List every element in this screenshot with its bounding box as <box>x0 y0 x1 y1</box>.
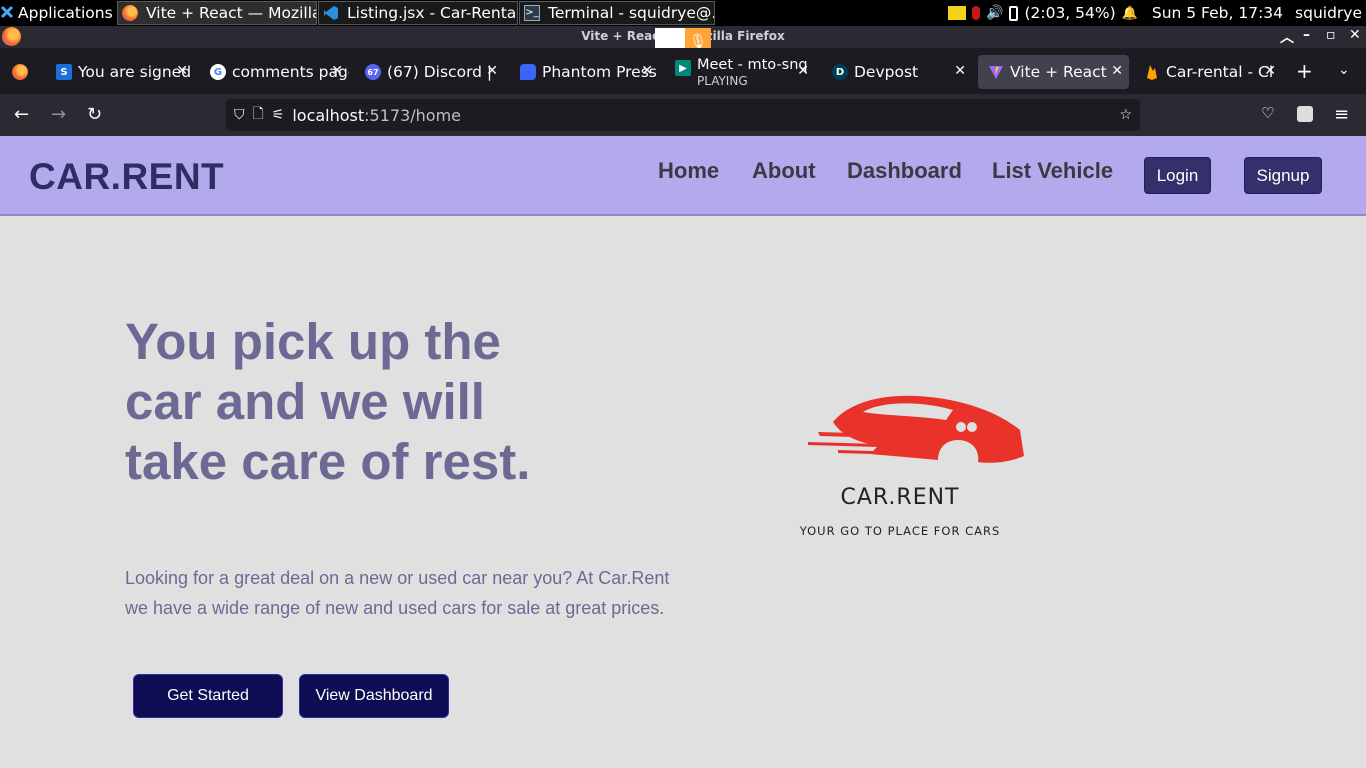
firebase-icon <box>1144 64 1160 80</box>
site-header: CAR.RENT Home About Dashboard List Vehic… <box>0 136 1366 216</box>
minimize-icon[interactable]: – <box>1303 27 1310 43</box>
close-tab-icon[interactable]: ✕ <box>331 63 343 79</box>
back-icon[interactable]: ← <box>14 104 29 125</box>
taskbar-window-terminal[interactable]: >_ Terminal - squidrye@... <box>519 1 715 25</box>
meet-icon: ▶ <box>675 60 691 76</box>
maximize-up-icon[interactable]: ︿ <box>1280 27 1294 47</box>
os-taskbar: Applications Vite + React — Mozilla... L… <box>0 0 1366 26</box>
applications-menu[interactable]: Applications <box>0 1 116 25</box>
permissions-icon[interactable]: ⚟ <box>272 107 285 123</box>
battery-status: (2:03, 54%) <box>1024 4 1116 22</box>
google-icon: G <box>210 64 226 80</box>
brand-logo[interactable]: CAR.RENT <box>29 156 224 198</box>
close-tab-icon[interactable]: ✕ <box>176 63 188 79</box>
close-window-icon[interactable]: ✕ <box>1349 27 1361 43</box>
hamburger-menu-icon[interactable]: ≡ <box>1334 104 1349 125</box>
taskbar-window-vscode[interactable]: Listing.jsx - Car-Rental... <box>318 1 518 25</box>
taskbar-window-firefox[interactable]: Vite + React — Mozilla... <box>117 1 317 25</box>
microphone-icon[interactable] <box>972 6 981 20</box>
close-tab-icon[interactable]: ✕ <box>797 63 809 79</box>
taskbar-window-label: Terminal - squidrye@... <box>548 4 715 22</box>
browser-tab[interactable]: S You are signed ✕ <box>46 55 194 89</box>
get-started-button[interactable]: Get Started <box>133 674 283 718</box>
applications-label: Applications <box>18 4 113 22</box>
nav-home[interactable]: Home <box>658 158 719 184</box>
bookmark-star-icon[interactable]: ☆ <box>1119 107 1132 123</box>
tab-strip: S You are signed ✕ G comments page ✕ 67 … <box>0 48 1366 94</box>
terminal-icon: >_ <box>524 5 540 21</box>
forward-icon[interactable]: → <box>51 104 66 125</box>
hero-description: Looking for a great deal on a new or use… <box>125 568 670 618</box>
view-dashboard-button[interactable]: View Dashboard <box>299 674 449 718</box>
logo-tagline: YOUR GO TO PLACE FOR CARS <box>799 524 1001 538</box>
restore-icon[interactable]: ▫ <box>1326 27 1336 43</box>
close-tab-icon[interactable]: ✕ <box>1111 63 1123 79</box>
close-tab-icon[interactable]: ✕ <box>486 63 498 79</box>
shield-icon[interactable]: ⛉ <box>234 107 245 123</box>
browser-tab-active[interactable]: Vite + React ✕ <box>978 55 1129 89</box>
vscode-icon <box>323 5 339 21</box>
new-tab-icon[interactable]: + <box>1296 59 1313 83</box>
browser-tab[interactable]: D Devpost ✕ <box>822 55 972 89</box>
notes-icon[interactable] <box>948 6 967 20</box>
user-name[interactable]: squidrye <box>1295 4 1362 22</box>
tab-playing-label: PLAYING <box>697 74 748 88</box>
url-host: localhost <box>292 105 365 125</box>
reload-icon[interactable]: ↻ <box>87 104 102 125</box>
browser-tab[interactable]: 67 (67) Discord | ✕ <box>355 55 504 89</box>
browser-tab[interactable]: Phantom Press ✕ <box>510 55 659 89</box>
firefox-view-icon[interactable] <box>12 64 28 80</box>
page-icon[interactable]: 🗋 <box>253 103 264 127</box>
pocket-icon[interactable]: ♡ <box>1261 104 1274 122</box>
browser-tab[interactable]: ▶ Meet - mto-snq PLAYING ✕ <box>665 55 815 89</box>
nav-list-vehicle[interactable]: List Vehicle <box>992 158 1113 184</box>
signup-button[interactable]: Signup <box>1244 157 1322 194</box>
close-tab-icon[interactable]: ✕ <box>954 63 966 79</box>
car-icon <box>808 395 1024 471</box>
hero-title: You pick up the car and we will take car… <box>125 313 531 490</box>
close-tab-icon[interactable]: ✕ <box>641 63 653 79</box>
browser-tab[interactable]: G comments page ✕ <box>200 55 349 89</box>
taskbar-window-label: Vite + React — Mozilla... <box>146 4 316 22</box>
vite-icon <box>988 64 1004 80</box>
phantom-icon <box>520 64 536 80</box>
browser-tab[interactable]: Car-rental - Cl ✕ <box>1134 55 1282 89</box>
taskbar-window-label: Listing.jsx - Car-Rental... <box>347 4 518 22</box>
nav-dashboard[interactable]: Dashboard <box>847 158 962 184</box>
browser-navbar: ← → ↻ ⛉ 🗋 ⚟ localhost:5173/home ☆ ♡ ≡ <box>0 94 1366 136</box>
discord-icon: 67 <box>365 64 381 80</box>
bell-icon[interactable]: 🔔 <box>1122 6 1138 21</box>
volume-icon[interactable]: 🔊 <box>986 5 1003 21</box>
clock[interactable]: Sun 5 Feb, 17:34 <box>1152 4 1283 22</box>
nav-about[interactable]: About <box>752 158 816 184</box>
logo-name: CAR.RENT <box>840 485 960 510</box>
extension-icon[interactable] <box>1297 106 1313 122</box>
close-tab-icon[interactable]: ✕ <box>1264 63 1276 79</box>
firefox-icon <box>122 5 138 21</box>
battery-icon[interactable] <box>1009 5 1019 21</box>
url-bar[interactable]: ⛉ 🗋 ⚟ localhost:5173/home ☆ <box>226 99 1140 131</box>
s-icon: S <box>56 64 72 80</box>
login-button[interactable]: Login <box>1144 157 1211 194</box>
devpost-icon: D <box>832 64 848 80</box>
applications-icon <box>0 5 14 21</box>
system-tray: 🔊 (2:03, 54%) 🔔 Sun 5 Feb, 17:34 squidry… <box>948 0 1362 26</box>
chevron-down-icon[interactable]: ⌄ <box>1338 62 1350 78</box>
url-path: :5173/home <box>364 105 462 125</box>
